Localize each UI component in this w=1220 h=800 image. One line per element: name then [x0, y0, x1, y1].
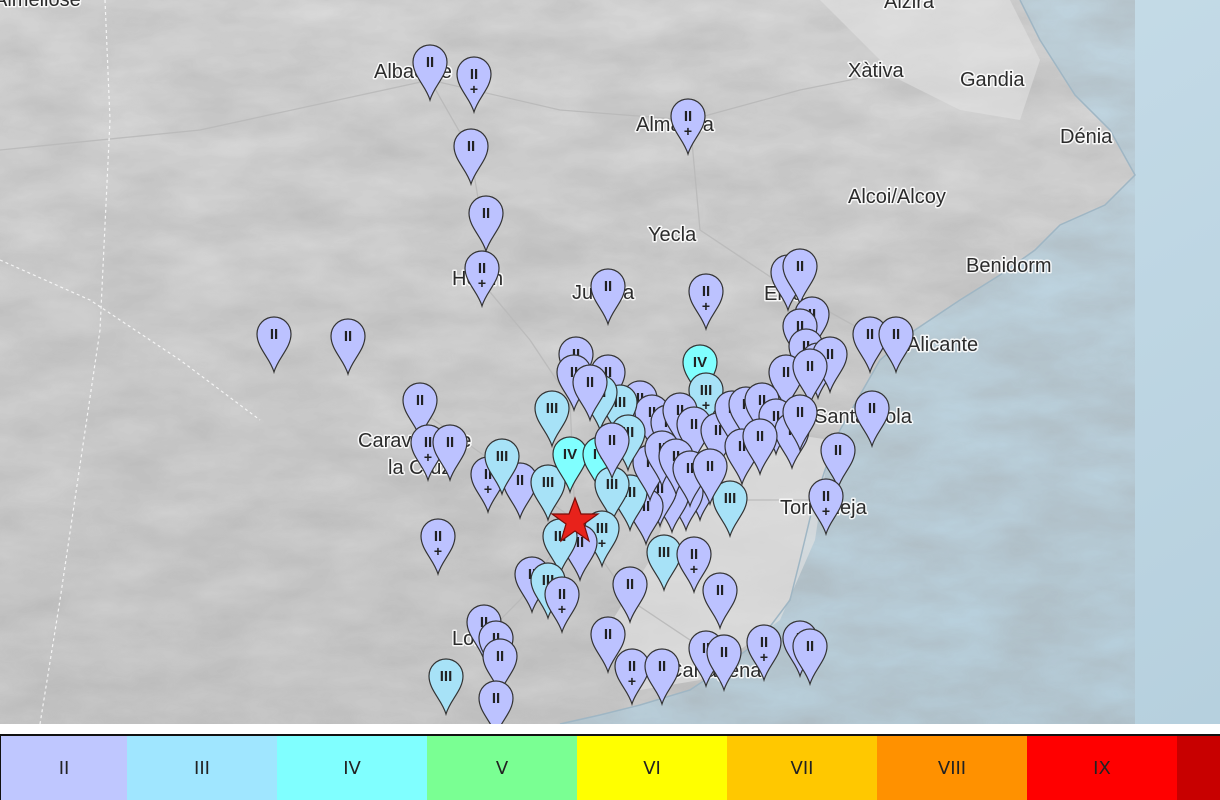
svg-text:III: III — [658, 544, 671, 561]
city-label: Dénia — [1060, 126, 1113, 148]
svg-text:II: II — [690, 416, 698, 433]
svg-text:II: II — [586, 374, 594, 391]
svg-text:II: II — [720, 644, 728, 661]
legend-cell-viii: VIII — [877, 736, 1027, 800]
city-label: Benidorm — [966, 255, 1052, 277]
svg-text:III: III — [546, 400, 559, 417]
legend-cell-iii: III — [127, 736, 277, 800]
legend-cell-x — [1177, 736, 1220, 800]
intensity-legend: II III IV V VI VII VIII IX — [0, 734, 1220, 800]
svg-text:II: II — [416, 392, 424, 409]
svg-text:II: II — [868, 400, 876, 417]
svg-text:II: II — [834, 442, 842, 459]
svg-text:II: II — [344, 328, 352, 345]
svg-text:+: + — [424, 449, 432, 465]
svg-text:II: II — [706, 458, 714, 475]
svg-text:II: II — [270, 326, 278, 343]
svg-text:II: II — [426, 54, 434, 71]
svg-text:+: + — [628, 673, 636, 689]
svg-text:+: + — [702, 298, 710, 314]
svg-text:II: II — [608, 432, 616, 449]
svg-text:II: II — [892, 326, 900, 343]
svg-text:III: III — [440, 668, 453, 685]
intensity-map[interactable]: Albacete Almansa Xàtiva Gandia Dénia Alc… — [0, 0, 1220, 724]
svg-text:II: II — [806, 358, 814, 375]
svg-text:II: II — [782, 364, 790, 381]
legend-cell-v: V — [427, 736, 577, 800]
svg-text:II: II — [604, 278, 612, 295]
city-label: Gandia — [960, 69, 1025, 91]
legend-cell-ix: IX — [1027, 736, 1177, 800]
svg-text:II: II — [604, 626, 612, 643]
svg-text:+: + — [478, 275, 486, 291]
svg-text:+: + — [558, 601, 566, 617]
svg-text:IV: IV — [693, 354, 707, 371]
city-label: Xàtiva — [848, 60, 904, 82]
legend-cell-ii: II — [0, 736, 127, 800]
svg-text:+: + — [598, 535, 606, 551]
legend-cell-iv: IV — [277, 736, 427, 800]
city-label: Alicante — [907, 334, 978, 356]
svg-text:III: III — [496, 448, 509, 465]
city-label: Alcoi/Alcoy — [848, 186, 946, 208]
svg-text:II: II — [626, 576, 634, 593]
svg-text:II: II — [756, 428, 764, 445]
svg-text:+: + — [484, 481, 492, 497]
svg-text:IV: IV — [563, 446, 577, 463]
svg-text:II: II — [658, 658, 666, 675]
svg-text:II: II — [516, 472, 524, 489]
svg-text:II: II — [446, 434, 454, 451]
svg-text:II: II — [796, 404, 804, 421]
svg-text:II: II — [826, 346, 834, 363]
svg-text:III: III — [542, 474, 555, 491]
svg-text:II: II — [806, 638, 814, 655]
svg-text:+: + — [684, 123, 692, 139]
svg-text:II: II — [482, 205, 490, 222]
svg-text:II: II — [796, 258, 804, 275]
svg-text:II: II — [496, 648, 504, 665]
svg-text:+: + — [822, 503, 830, 519]
svg-text:+: + — [434, 543, 442, 559]
svg-text:+: + — [470, 81, 478, 97]
svg-text:+: + — [760, 649, 768, 665]
svg-text:II: II — [866, 326, 874, 343]
svg-text:II: II — [467, 138, 475, 155]
legend-cell-vii: VII — [727, 736, 877, 800]
legend-cell-vi: VI — [577, 736, 727, 800]
svg-text:+: + — [690, 561, 698, 577]
svg-text:II: II — [716, 582, 724, 599]
svg-text:II: II — [492, 690, 500, 707]
svg-text:III: III — [724, 490, 737, 507]
city-label: Alzira — [884, 0, 935, 13]
city-label: Almeliosé — [0, 0, 81, 11]
city-label: Yecla — [648, 224, 697, 246]
